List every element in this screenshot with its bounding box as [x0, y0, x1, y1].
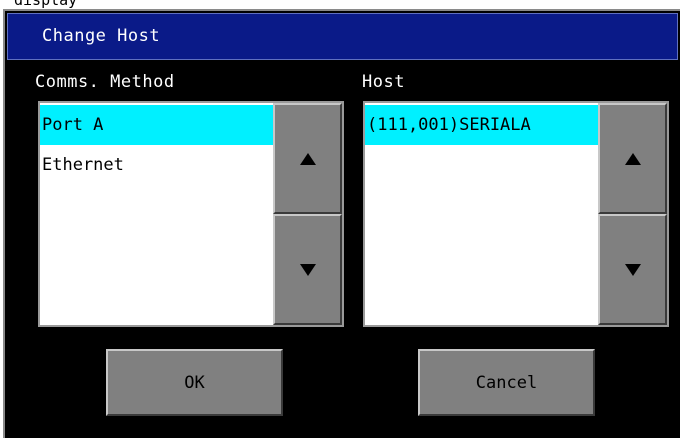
comms-scroll-up-button[interactable]	[273, 103, 342, 214]
down-triangle-icon	[624, 263, 641, 276]
comms-item-ethernet[interactable]: Ethernet	[40, 145, 273, 185]
screen: display Change Host Comms. Method Port A…	[0, 0, 680, 438]
dialog-title: Change Host	[42, 26, 161, 46]
comms-method-label: Comms. Method	[35, 72, 175, 92]
up-triangle-icon	[624, 152, 641, 165]
host-label: Host	[362, 72, 405, 92]
cancel-button[interactable]: Cancel	[418, 349, 595, 416]
comms-method-list[interactable]: Port A Ethernet	[40, 103, 273, 325]
up-triangle-icon	[299, 152, 316, 165]
top-caption: display	[14, 0, 78, 9]
down-triangle-icon	[299, 263, 316, 276]
comms-scroll-down-button[interactable]	[273, 214, 342, 325]
host-list[interactable]: (111,001)SERIALA	[365, 103, 598, 325]
host-list-panel: (111,001)SERIALA	[363, 101, 669, 327]
host-scroll-down-button[interactable]	[598, 214, 667, 325]
dialog-titlebar: Change Host	[7, 13, 678, 60]
host-scroll-up-button[interactable]	[598, 103, 667, 214]
comms-item-port-a[interactable]: Port A	[40, 105, 273, 145]
comms-method-list-panel: Port A Ethernet	[38, 101, 344, 327]
change-host-dialog: Change Host Comms. Method Port A Etherne…	[3, 9, 680, 438]
host-item-seriala[interactable]: (111,001)SERIALA	[365, 105, 598, 145]
ok-button[interactable]: OK	[106, 349, 283, 416]
